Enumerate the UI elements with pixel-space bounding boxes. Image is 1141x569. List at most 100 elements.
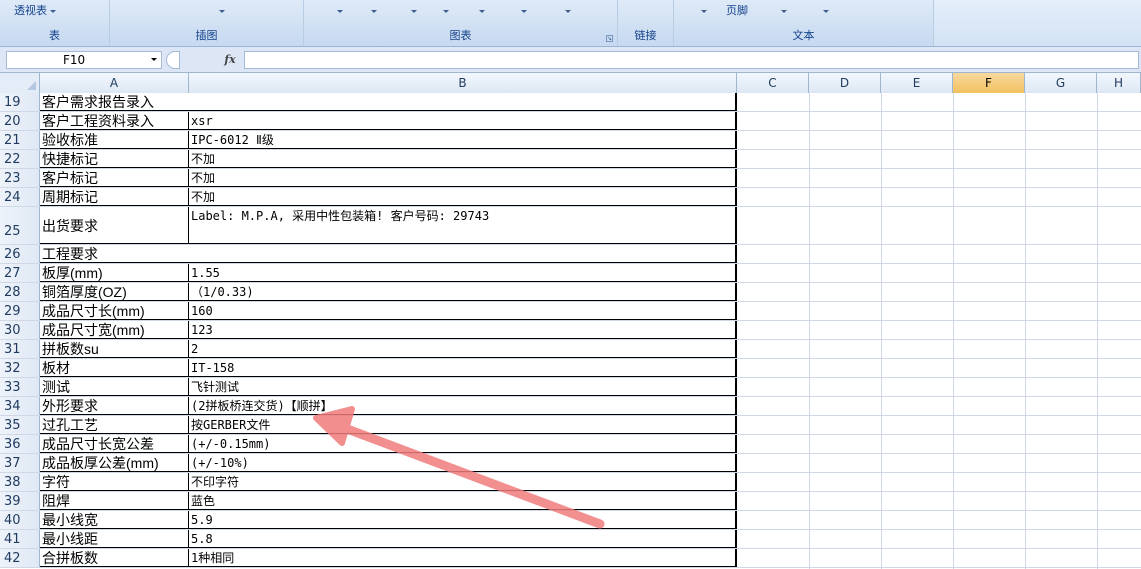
row-header[interactable]: 29 xyxy=(0,302,40,320)
cell-b[interactable]: 1.55 xyxy=(189,264,737,282)
cell-b[interactable]: Label: M.P.A, 采用中性包装箱! 客户号码: 29743 xyxy=(189,207,737,244)
cell-a[interactable]: 客户标记 xyxy=(40,169,189,187)
row-header[interactable]: 21 xyxy=(0,131,40,149)
chart-dropdown-5[interactable] xyxy=(476,3,485,19)
row-header[interactable]: 41 xyxy=(0,530,40,548)
cell-a[interactable]: 外形要求 xyxy=(40,397,189,415)
cell-b[interactable]: IPC-6012 Ⅱ级 xyxy=(189,131,737,149)
footer-button[interactable]: 页脚 xyxy=(726,3,748,19)
cell-a[interactable]: 工程要求 xyxy=(40,245,737,263)
cell-b[interactable]: 5.8 xyxy=(189,530,737,548)
cell-b[interactable]: 123 xyxy=(189,321,737,339)
row-header[interactable]: 32 xyxy=(0,359,40,377)
chart-dropdown-7[interactable] xyxy=(562,3,571,19)
cell-a[interactable]: 阻焊 xyxy=(40,492,189,510)
cell-a[interactable]: 出货要求 xyxy=(40,207,189,244)
cell-b[interactable]: （1/0.33) xyxy=(189,283,737,301)
row-header[interactable]: 35 xyxy=(0,416,40,434)
cell-b[interactable]: 不印字符 xyxy=(189,473,737,491)
column-header-e[interactable]: E xyxy=(881,73,953,93)
row-header[interactable]: 26 xyxy=(0,245,40,263)
cell-a[interactable]: 字符 xyxy=(40,473,189,491)
cell-b[interactable]: 1种相同 xyxy=(189,549,737,567)
row-header[interactable]: 36 xyxy=(0,435,40,453)
cell-b[interactable]: 不加 xyxy=(189,188,737,206)
cell-a[interactable]: 成品尺寸宽(mm) xyxy=(40,321,189,339)
row-header[interactable]: 31 xyxy=(0,340,40,358)
cell-a[interactable]: 验收标准 xyxy=(40,131,189,149)
chart-dropdown-3[interactable] xyxy=(408,3,417,19)
text-dropdown-1[interactable] xyxy=(698,3,707,19)
cell-b[interactable]: (+/-0.15mm) xyxy=(189,435,737,453)
name-box[interactable]: F10 xyxy=(6,51,162,69)
row-header[interactable]: 34 xyxy=(0,397,40,415)
cell-a[interactable]: 客户工程资料录入 xyxy=(40,112,189,130)
cell-a[interactable]: 测试 xyxy=(40,378,189,396)
cell-a[interactable]: 板厚(mm) xyxy=(40,264,189,282)
column-header-d[interactable]: D xyxy=(809,73,881,93)
formula-input[interactable] xyxy=(244,51,1139,69)
cell-b[interactable]: 5.9 xyxy=(189,511,737,529)
cell-b[interactable]: xsr xyxy=(189,112,737,130)
cell-b[interactable]: 不加 xyxy=(189,169,737,187)
column-header-a[interactable]: A xyxy=(40,73,189,93)
column-header-b[interactable]: B xyxy=(189,73,737,93)
row-header[interactable]: 28 xyxy=(0,283,40,301)
cell-b[interactable]: 2 xyxy=(189,340,737,358)
cell-a[interactable]: 最小线距 xyxy=(40,530,189,548)
cell-b[interactable]: 按GERBER文件 xyxy=(189,416,737,434)
row-header[interactable]: 39 xyxy=(0,492,40,510)
dialog-launcher-icon[interactable]: ↘ xyxy=(606,35,613,42)
row-header[interactable]: 25 xyxy=(0,207,40,244)
cell-b[interactable]: 蓝色 xyxy=(189,492,737,510)
cell-a[interactable]: 过孔工艺 xyxy=(40,416,189,434)
illustrations-dropdown[interactable] xyxy=(216,3,225,19)
column-header-f[interactable]: F xyxy=(953,73,1025,93)
text-dropdown-2[interactable] xyxy=(778,3,787,19)
pivot-table-label: 透视表 xyxy=(14,4,47,17)
text-dropdown-3[interactable] xyxy=(820,3,829,19)
row-header[interactable]: 20 xyxy=(0,112,40,130)
row-header[interactable]: 40 xyxy=(0,511,40,529)
column-header-c[interactable]: C xyxy=(737,73,809,93)
chart-dropdown-2[interactable] xyxy=(368,3,377,19)
cell-a[interactable]: 成品尺寸长(mm) xyxy=(40,302,189,320)
cell-a[interactable]: 板材 xyxy=(40,359,189,377)
column-header-g[interactable]: G xyxy=(1025,73,1097,93)
chevron-down-icon[interactable] xyxy=(151,58,157,61)
cell-a[interactable]: 拼板数su xyxy=(40,340,189,358)
cell-b[interactable]: (+/-10%) xyxy=(189,454,737,472)
cell-b[interactable]: 飞针测试 xyxy=(189,378,737,396)
cell-a[interactable]: 周期标记 xyxy=(40,188,189,206)
select-all-corner[interactable] xyxy=(0,73,40,93)
row-header[interactable]: 24 xyxy=(0,188,40,206)
chart-dropdown-6[interactable] xyxy=(518,3,527,19)
chart-dropdown-4[interactable] xyxy=(440,3,449,19)
row-header[interactable]: 33 xyxy=(0,378,40,396)
expand-handle[interactable] xyxy=(166,51,180,69)
cell-a[interactable]: 最小线宽 xyxy=(40,511,189,529)
row-header[interactable]: 38 xyxy=(0,473,40,491)
table-row: 33 测试 飞针测试 xyxy=(0,378,1141,397)
row-header[interactable]: 23 xyxy=(0,169,40,187)
row-header[interactable]: 30 xyxy=(0,321,40,339)
row-header[interactable]: 37 xyxy=(0,454,40,472)
cell-b[interactable]: 不加 xyxy=(189,150,737,168)
row-header[interactable]: 22 xyxy=(0,150,40,168)
row-header[interactable]: 19 xyxy=(0,93,40,111)
pivot-table-button[interactable]: 透视表 xyxy=(14,3,56,19)
cell-a[interactable]: 铜箔厚度(OZ) xyxy=(40,283,189,301)
cell-a[interactable]: 合拼板数 xyxy=(40,549,189,567)
cell-a[interactable]: 成品尺寸长宽公差 xyxy=(40,435,189,453)
row-header[interactable]: 42 xyxy=(0,549,40,567)
insert-function-icon[interactable]: fx xyxy=(220,51,240,69)
cell-a[interactable]: 快捷标记 xyxy=(40,150,189,168)
row-header[interactable]: 27 xyxy=(0,264,40,282)
column-header-h[interactable]: H xyxy=(1097,73,1141,93)
cell-b[interactable]: IT-158 xyxy=(189,359,737,377)
cell-b[interactable]: 160 xyxy=(189,302,737,320)
cell-a[interactable]: 客户需求报告录入 xyxy=(40,93,737,111)
cell-b[interactable]: (2拼板桥连交货)【顺拼】 xyxy=(189,397,737,415)
chart-dropdown-1[interactable] xyxy=(334,3,343,19)
cell-a[interactable]: 成品板厚公差(mm) xyxy=(40,454,189,472)
